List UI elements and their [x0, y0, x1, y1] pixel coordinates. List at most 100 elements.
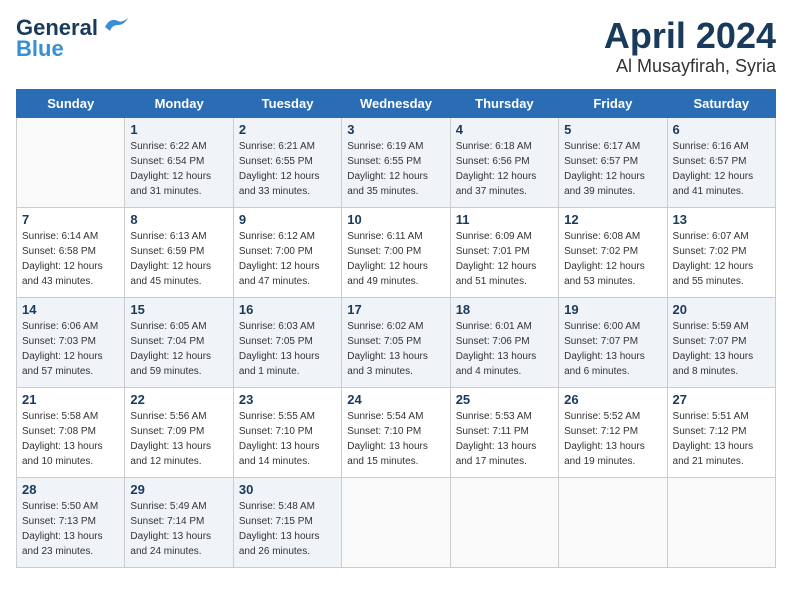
- day-info: Sunrise: 5:52 AM Sunset: 7:12 PM Dayligh…: [564, 409, 661, 469]
- calendar-title: April 2024: [604, 16, 776, 56]
- header-cell-monday: Monday: [125, 89, 233, 117]
- day-number: 7: [22, 212, 119, 227]
- day-info: Sunrise: 6:08 AM Sunset: 7:02 PM Dayligh…: [564, 229, 661, 289]
- day-number: 5: [564, 122, 661, 137]
- day-number: 20: [673, 302, 770, 317]
- day-info: Sunrise: 6:09 AM Sunset: 7:01 PM Dayligh…: [456, 229, 553, 289]
- day-cell: 7 Sunrise: 6:14 AM Sunset: 6:58 PM Daylig…: [17, 207, 125, 297]
- day-info: Sunrise: 6:17 AM Sunset: 6:57 PM Dayligh…: [564, 139, 661, 199]
- day-info: Sunrise: 5:50 AM Sunset: 7:13 PM Dayligh…: [22, 499, 119, 559]
- day-cell: 22 Sunrise: 5:56 AM Sunset: 7:09 PM Dayli…: [125, 387, 233, 477]
- day-cell: 5 Sunrise: 6:17 AM Sunset: 6:57 PM Daylig…: [559, 117, 667, 207]
- day-info: Sunrise: 6:14 AM Sunset: 6:58 PM Dayligh…: [22, 229, 119, 289]
- day-number: 1: [130, 122, 227, 137]
- day-number: 22: [130, 392, 227, 407]
- day-info: Sunrise: 6:16 AM Sunset: 6:57 PM Dayligh…: [673, 139, 770, 199]
- day-number: 29: [130, 482, 227, 497]
- day-number: 14: [22, 302, 119, 317]
- day-info: Sunrise: 5:55 AM Sunset: 7:10 PM Dayligh…: [239, 409, 336, 469]
- day-cell: [559, 477, 667, 567]
- day-cell: 26Sunrise: 5:52 AM Sunset: 7:12 PM Dayli…: [559, 387, 667, 477]
- logo-bird-icon: [100, 13, 130, 35]
- day-info: Sunrise: 5:56 AM Sunset: 7:09 PM Dayligh…: [130, 409, 227, 469]
- header: General Blue April 2024 Al Musayfirah, S…: [16, 16, 776, 77]
- day-info: Sunrise: 5:59 AM Sunset: 7:07 PM Dayligh…: [673, 319, 770, 379]
- day-info: Sunrise: 6:22 AM Sunset: 6:54 PM Dayligh…: [130, 139, 227, 199]
- day-cell: 1 Sunrise: 6:22 AM Sunset: 6:54 PM Daylig…: [125, 117, 233, 207]
- day-cell: 2Sunrise: 6:21 AM Sunset: 6:55 PM Daylig…: [233, 117, 341, 207]
- week-row-2: 7 Sunrise: 6:14 AM Sunset: 6:58 PM Daylig…: [17, 207, 776, 297]
- day-cell: 29Sunrise: 5:49 AM Sunset: 7:14 PM Dayli…: [125, 477, 233, 567]
- day-cell: 17 Sunrise: 6:02 AM Sunset: 7:05 PM Dayli…: [342, 297, 450, 387]
- day-cell: 15Sunrise: 6:05 AM Sunset: 7:04 PM Dayli…: [125, 297, 233, 387]
- day-info: Sunrise: 6:18 AM Sunset: 6:56 PM Dayligh…: [456, 139, 553, 199]
- day-number: 13: [673, 212, 770, 227]
- day-number: 30: [239, 482, 336, 497]
- day-cell: 19 Sunrise: 6:00 AM Sunset: 7:07 PM Dayli…: [559, 297, 667, 387]
- day-cell: 4 Sunrise: 6:18 AM Sunset: 6:56 PM Daylig…: [450, 117, 558, 207]
- day-number: 15: [130, 302, 227, 317]
- header-cell-sunday: Sunday: [17, 89, 125, 117]
- day-number: 23: [239, 392, 336, 407]
- day-number: 19: [564, 302, 661, 317]
- day-info: Sunrise: 6:13 AM Sunset: 6:59 PM Dayligh…: [130, 229, 227, 289]
- day-cell: 28 Sunrise: 5:50 AM Sunset: 7:13 PM Dayli…: [17, 477, 125, 567]
- day-cell: [450, 477, 558, 567]
- day-number: 9: [239, 212, 336, 227]
- day-cell: 14 Sunrise: 6:06 AM Sunset: 7:03 PM Dayli…: [17, 297, 125, 387]
- day-cell: 20 Sunrise: 5:59 AM Sunset: 7:07 PM Dayli…: [667, 297, 775, 387]
- day-cell: 12 Sunrise: 6:08 AM Sunset: 7:02 PM Dayli…: [559, 207, 667, 297]
- day-number: 6: [673, 122, 770, 137]
- day-number: 8: [130, 212, 227, 227]
- day-cell: 16Sunrise: 6:03 AM Sunset: 7:05 PM Dayli…: [233, 297, 341, 387]
- day-info: Sunrise: 6:06 AM Sunset: 7:03 PM Dayligh…: [22, 319, 119, 379]
- day-cell: 13 Sunrise: 6:07 AM Sunset: 7:02 PM Dayli…: [667, 207, 775, 297]
- day-cell: 30 Sunrise: 5:48 AM Sunset: 7:15 PM Dayli…: [233, 477, 341, 567]
- header-cell-saturday: Saturday: [667, 89, 775, 117]
- logo-blue: Blue: [16, 36, 64, 62]
- day-info: Sunrise: 6:01 AM Sunset: 7:06 PM Dayligh…: [456, 319, 553, 379]
- day-info: Sunrise: 6:12 AM Sunset: 7:00 PM Dayligh…: [239, 229, 336, 289]
- day-info: Sunrise: 5:53 AM Sunset: 7:11 PM Dayligh…: [456, 409, 553, 469]
- day-cell: 27Sunrise: 5:51 AM Sunset: 7:12 PM Dayli…: [667, 387, 775, 477]
- header-cell-thursday: Thursday: [450, 89, 558, 117]
- day-cell: 10Sunrise: 6:11 AM Sunset: 7:00 PM Dayli…: [342, 207, 450, 297]
- day-number: 4: [456, 122, 553, 137]
- week-row-3: 14 Sunrise: 6:06 AM Sunset: 7:03 PM Dayli…: [17, 297, 776, 387]
- day-info: Sunrise: 6:21 AM Sunset: 6:55 PM Dayligh…: [239, 139, 336, 199]
- calendar-table: SundayMondayTuesdayWednesdayThursdayFrid…: [16, 89, 776, 568]
- day-cell: 9 Sunrise: 6:12 AM Sunset: 7:00 PM Daylig…: [233, 207, 341, 297]
- title-area: April 2024 Al Musayfirah, Syria: [604, 16, 776, 77]
- day-cell: [17, 117, 125, 207]
- day-info: Sunrise: 5:48 AM Sunset: 7:15 PM Dayligh…: [239, 499, 336, 559]
- header-cell-tuesday: Tuesday: [233, 89, 341, 117]
- day-info: Sunrise: 6:00 AM Sunset: 7:07 PM Dayligh…: [564, 319, 661, 379]
- day-number: 25: [456, 392, 553, 407]
- week-row-1: 1 Sunrise: 6:22 AM Sunset: 6:54 PM Daylig…: [17, 117, 776, 207]
- day-info: Sunrise: 5:51 AM Sunset: 7:12 PM Dayligh…: [673, 409, 770, 469]
- day-number: 3: [347, 122, 444, 137]
- day-cell: 3 Sunrise: 6:19 AM Sunset: 6:55 PM Daylig…: [342, 117, 450, 207]
- day-info: Sunrise: 6:19 AM Sunset: 6:55 PM Dayligh…: [347, 139, 444, 199]
- week-row-4: 21Sunrise: 5:58 AM Sunset: 7:08 PM Dayli…: [17, 387, 776, 477]
- day-info: Sunrise: 6:02 AM Sunset: 7:05 PM Dayligh…: [347, 319, 444, 379]
- logo: General Blue: [16, 16, 130, 62]
- day-cell: 25 Sunrise: 5:53 AM Sunset: 7:11 PM Dayli…: [450, 387, 558, 477]
- day-cell: 24 Sunrise: 5:54 AM Sunset: 7:10 PM Dayli…: [342, 387, 450, 477]
- day-number: 16: [239, 302, 336, 317]
- day-number: 12: [564, 212, 661, 227]
- week-row-5: 28 Sunrise: 5:50 AM Sunset: 7:13 PM Dayli…: [17, 477, 776, 567]
- day-number: 24: [347, 392, 444, 407]
- header-row: SundayMondayTuesdayWednesdayThursdayFrid…: [17, 89, 776, 117]
- day-number: 17: [347, 302, 444, 317]
- day-info: Sunrise: 5:54 AM Sunset: 7:10 PM Dayligh…: [347, 409, 444, 469]
- day-number: 21: [22, 392, 119, 407]
- day-info: Sunrise: 6:11 AM Sunset: 7:00 PM Dayligh…: [347, 229, 444, 289]
- day-cell: 8 Sunrise: 6:13 AM Sunset: 6:59 PM Daylig…: [125, 207, 233, 297]
- day-number: 28: [22, 482, 119, 497]
- day-number: 18: [456, 302, 553, 317]
- day-cell: 18 Sunrise: 6:01 AM Sunset: 7:06 PM Dayli…: [450, 297, 558, 387]
- calendar-subtitle: Al Musayfirah, Syria: [604, 56, 776, 77]
- day-cell: [667, 477, 775, 567]
- day-info: Sunrise: 6:07 AM Sunset: 7:02 PM Dayligh…: [673, 229, 770, 289]
